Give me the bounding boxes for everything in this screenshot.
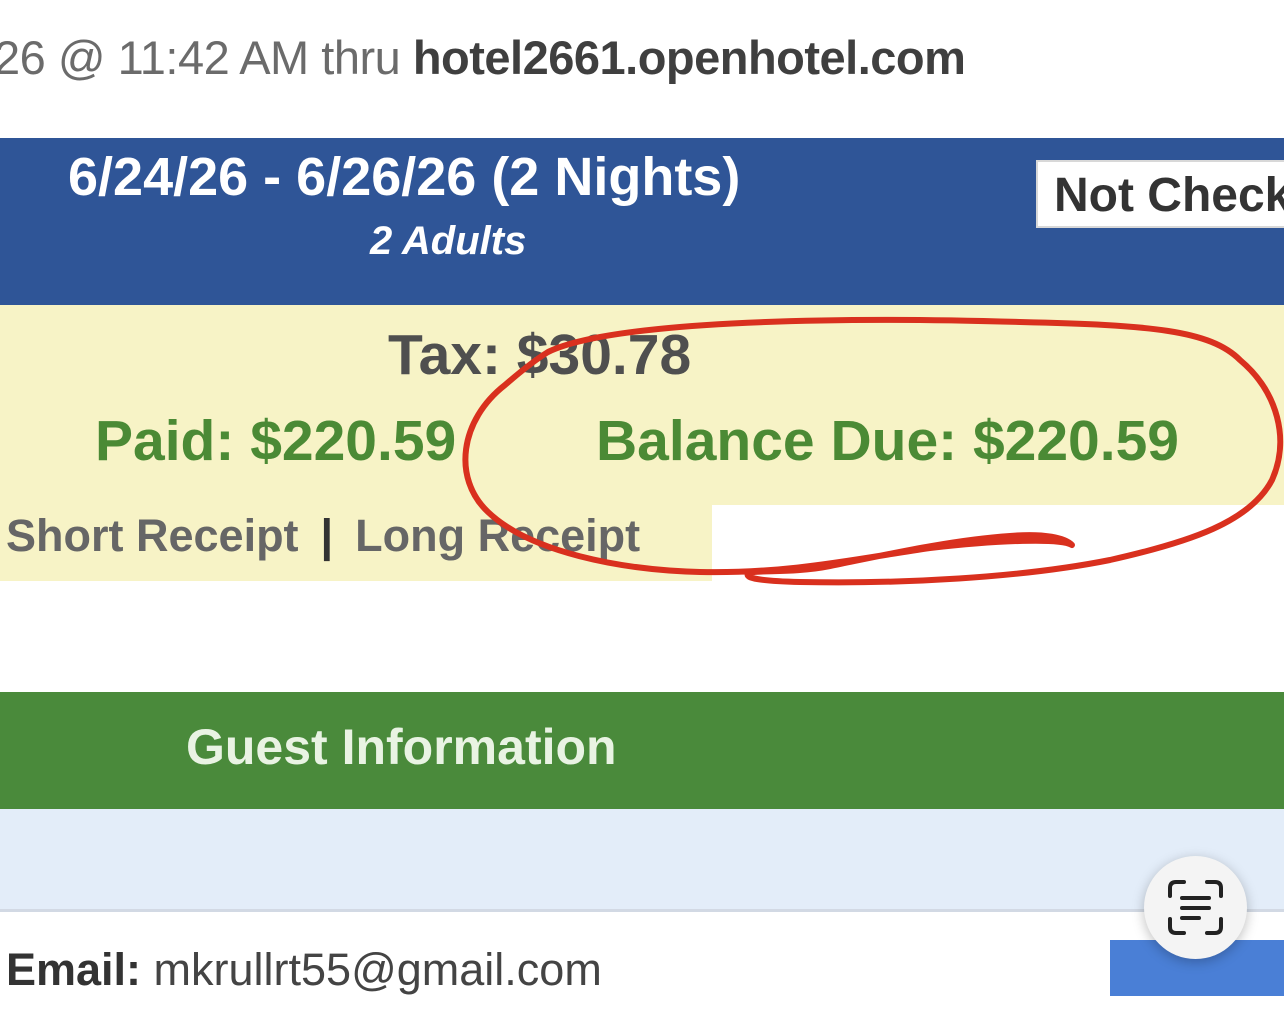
live-text-button[interactable] xyxy=(1144,856,1247,959)
reservation-page: 26 @ 11:42 AM thru hotel2661.openhotel.c… xyxy=(0,0,1284,1021)
booking-info-line: 26 @ 11:42 AM thru hotel2661.openhotel.c… xyxy=(0,30,966,85)
paid-amount: Paid: $220.59 xyxy=(95,409,457,473)
booking-date-text: 26 @ 11:42 AM thru xyxy=(0,31,413,84)
tax-amount: Tax: $30.78 xyxy=(388,323,692,387)
checkin-status-text: Not Checked In xyxy=(1054,169,1284,222)
booking-host: hotel2661.openhotel.com xyxy=(412,31,966,84)
reservation-dates: 6/24/26 - 6/26/26 (2 Nights) xyxy=(68,147,741,207)
receipt-separator: | xyxy=(320,510,334,561)
receipt-links: Short Receipt | Long Receipt xyxy=(6,510,640,562)
screenshot-bottom-edge xyxy=(0,996,1284,1021)
guest-info-title: Guest Information xyxy=(186,719,617,775)
email-value[interactable]: mkrullrt55@gmail.com xyxy=(141,944,602,995)
balance-due-amount: Balance Due: $220.59 xyxy=(596,409,1179,473)
guest-info-band xyxy=(0,809,1284,909)
checkin-status-badge[interactable]: Not Checked In xyxy=(1036,160,1284,228)
reservation-guests: 2 Adults xyxy=(370,219,527,263)
divider xyxy=(0,909,1284,912)
text-scan-icon xyxy=(1168,880,1223,935)
email-row: Email: mkrullrt55@gmail.com xyxy=(6,944,602,996)
long-receipt-link[interactable]: Long Receipt xyxy=(355,510,640,561)
short-receipt-link[interactable]: Short Receipt xyxy=(6,510,299,561)
email-label: Email: xyxy=(6,944,142,995)
